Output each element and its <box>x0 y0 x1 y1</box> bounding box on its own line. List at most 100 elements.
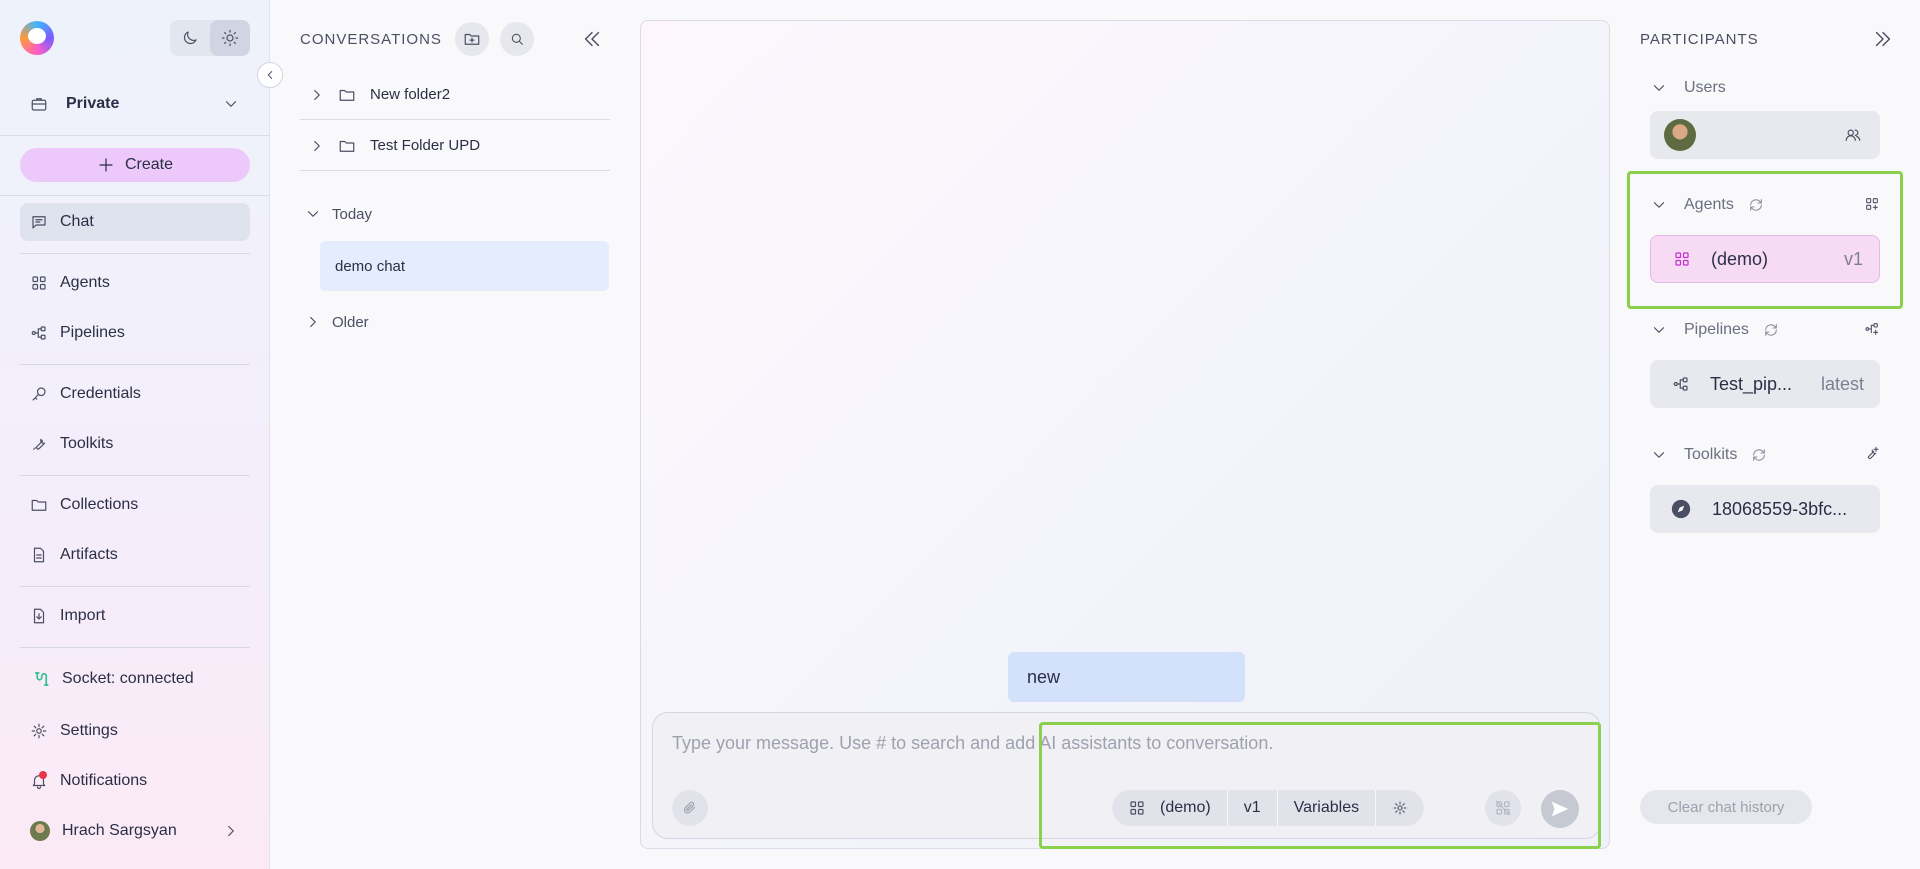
chevron-right-icon <box>314 89 320 100</box>
agents-section-header[interactable]: Agents <box>1650 193 1880 217</box>
agents-icon <box>1675 252 1689 266</box>
nav-item-artifacts[interactable]: Artifacts <box>20 536 250 574</box>
send-icon <box>1551 801 1569 817</box>
pipelines-label: Pipelines <box>1684 321 1749 338</box>
toolkit-card[interactable]: 18068559-3bfc... <box>1650 485 1880 533</box>
pipelines-section-header[interactable]: Pipelines <box>1650 318 1880 342</box>
agents-icon <box>32 276 46 290</box>
notification-dot <box>39 771 47 779</box>
user-card[interactable] <box>1650 111 1880 159</box>
nav-item-settings[interactable]: Settings <box>20 712 250 750</box>
nav-label: Artifacts <box>60 546 118 563</box>
briefcase-icon <box>31 98 47 111</box>
nav-label: Collections <box>60 496 139 513</box>
clear-participant-button[interactable] <box>1485 790 1521 826</box>
agent-settings-button[interactable] <box>1376 790 1424 826</box>
nav-label: Chat <box>60 213 94 230</box>
import-icon <box>33 608 45 624</box>
pipeline-name: Test_pip... <box>1710 373 1793 394</box>
nav-item-chat[interactable]: Chat <box>20 203 250 241</box>
nav-item-import[interactable]: Import <box>20 597 250 635</box>
moon-icon <box>183 31 197 45</box>
pipeline-version: latest <box>1820 373 1864 394</box>
group-older[interactable]: Older <box>304 310 369 334</box>
nav-item-pipelines[interactable]: Pipelines <box>20 314 250 352</box>
app-logo[interactable] <box>20 21 54 55</box>
pipelines-icon <box>31 326 46 340</box>
nav-label: Agents <box>60 274 110 291</box>
agent-name: (demo) <box>1711 248 1769 269</box>
nav-label: Pipelines <box>60 324 125 341</box>
send-button[interactable] <box>1541 790 1579 828</box>
users-label: Users <box>1684 79 1726 96</box>
participants-panel: PARTICIPANTS Users Agents (demo) v1 Pipe… <box>1610 0 1920 869</box>
chat-icon <box>32 216 46 229</box>
user-name: Hrach Sargsyan <box>62 822 177 839</box>
conversation-item[interactable]: demo chat <box>320 241 609 291</box>
folder-icon <box>339 140 355 152</box>
light-mode-button[interactable] <box>210 20 250 56</box>
gear-icon <box>1393 801 1407 815</box>
pipeline-card[interactable]: Test_pip... latest <box>1650 360 1880 408</box>
folder-icon <box>339 89 355 101</box>
create-button[interactable]: Create <box>20 148 250 182</box>
sun-icon <box>221 29 239 47</box>
workspace-selector[interactable]: Private <box>20 88 250 120</box>
agent-version-button[interactable]: v1 <box>1228 790 1278 826</box>
workspace-label: Private <box>66 95 120 112</box>
user-profile[interactable]: Hrach Sargsyan <box>20 812 250 850</box>
chat-message: new <box>1008 652 1245 702</box>
chevron-right-icon <box>310 316 316 328</box>
clear-chat-history-label: Clear chat history <box>1667 798 1785 816</box>
folder-row[interactable]: New folder2 <box>300 70 610 120</box>
clear-chat-history-button[interactable]: Clear chat history <box>1640 790 1812 824</box>
chat-panel: new (demo) v1 Variables <box>640 20 1610 849</box>
group-today[interactable]: Today <box>304 202 372 226</box>
add-toolkit-icon[interactable] <box>1864 446 1880 462</box>
toolkits-label: Toolkits <box>1684 446 1738 463</box>
socket-status: Socket: connected <box>20 660 250 698</box>
nav-label: Settings <box>60 722 118 739</box>
message-input[interactable] <box>672 729 1472 757</box>
wrench-icon <box>33 438 46 450</box>
sidebar-collapse-button[interactable] <box>257 62 283 88</box>
theme-toggle[interactable] <box>170 20 250 56</box>
chevron-down-icon <box>225 101 237 107</box>
plus-icon <box>99 158 113 172</box>
group-label: Today <box>332 205 373 223</box>
refresh-icon[interactable] <box>1763 322 1779 338</box>
new-folder-button[interactable] <box>455 22 489 56</box>
agent-version: v1 <box>1843 248 1863 269</box>
add-agent-icon[interactable] <box>1864 196 1880 212</box>
message-text: new <box>1027 666 1061 687</box>
divider <box>0 195 270 196</box>
add-pipeline-icon[interactable] <box>1864 321 1880 337</box>
nav-item-credentials[interactable]: Credentials <box>20 375 250 413</box>
collapse-participants-button[interactable] <box>1872 28 1894 50</box>
divider <box>20 586 250 587</box>
nav-item-toolkits[interactable]: Toolkits <box>20 425 250 463</box>
toolkits-section-header[interactable]: Toolkits <box>1650 443 1880 467</box>
agents-label: Agents <box>1684 196 1734 213</box>
nav-item-notifications[interactable]: Notifications <box>20 762 250 800</box>
collapse-panel-button[interactable] <box>581 28 603 50</box>
search-button[interactable] <box>500 22 534 56</box>
folder-row[interactable]: Test Folder UPD <box>300 121 610 171</box>
participant-selector: (demo) v1 Variables <box>1112 790 1425 826</box>
nav-item-collections[interactable]: Collections <box>20 486 250 524</box>
selected-agent-button[interactable]: (demo) <box>1112 790 1228 826</box>
dark-mode-button[interactable] <box>170 20 210 56</box>
refresh-icon[interactable] <box>1748 197 1764 213</box>
key-icon <box>32 387 46 401</box>
users-section-header[interactable]: Users <box>1650 76 1880 100</box>
nav-item-agents[interactable]: Agents <box>20 264 250 302</box>
agent-card[interactable]: (demo) v1 <box>1650 235 1880 283</box>
attach-button[interactable] <box>672 790 708 826</box>
refresh-icon[interactable] <box>1751 447 1767 463</box>
toolkit-name: 18068559-3bfc... <box>1712 498 1848 519</box>
agents-off-icon <box>1495 800 1511 816</box>
variables-button[interactable]: Variables <box>1278 790 1377 826</box>
file-icon <box>33 547 45 563</box>
nav-label: Import <box>60 607 106 624</box>
nav-label: Notifications <box>60 772 148 789</box>
